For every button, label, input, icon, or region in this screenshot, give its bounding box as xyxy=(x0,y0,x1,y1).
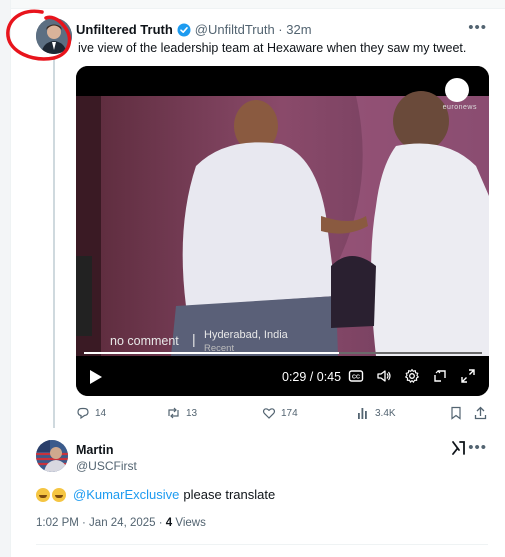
reply-author-name[interactable]: Martin xyxy=(76,443,114,457)
divider xyxy=(36,544,488,545)
pop-out-icon[interactable] xyxy=(432,368,448,384)
video-controls: 0:29 / 0:45 CC xyxy=(76,360,489,396)
tweet-action-bar: 14 13 174 3.4K xyxy=(76,406,487,422)
heart-icon xyxy=(262,408,276,419)
window-top-edge xyxy=(0,0,505,9)
video-caption: no comment xyxy=(110,334,179,348)
tweet-text: ive view of the leadership team at Hexaw… xyxy=(78,41,467,55)
avatar[interactable] xyxy=(36,18,72,54)
author-handle[interactable]: @UnfiltdTruth xyxy=(195,22,275,37)
like-count: 174 xyxy=(281,407,298,419)
progress-bar[interactable] xyxy=(84,352,482,354)
tweet-header: Unfiltered Truth @UnfiltdTruth · 32m xyxy=(76,22,312,37)
reply-author-handle[interactable]: @USCFirst xyxy=(76,459,137,473)
mention-link[interactable]: @KumarExclusive xyxy=(73,487,179,502)
reply-timestamp[interactable]: 1:02 PM · Jan 24, 2025 · xyxy=(36,517,166,529)
reply-count: 14 xyxy=(95,407,107,419)
like-button[interactable]: 174 xyxy=(262,406,298,420)
laughing-emoji-icon xyxy=(52,487,66,502)
fullscreen-icon[interactable] xyxy=(460,368,476,384)
separator-dot: · xyxy=(274,22,287,37)
reply-text: @KumarExclusive please translate xyxy=(36,487,275,502)
verified-badge-icon xyxy=(177,23,191,37)
euronews-logo-icon xyxy=(445,78,469,102)
video-time: 0:29 / 0:45 xyxy=(282,370,342,384)
window-left-edge xyxy=(0,0,11,557)
views-button[interactable]: 3.4K xyxy=(357,406,396,420)
video-player[interactable]: euronews no comment | Hyderabad, India R… xyxy=(76,66,489,396)
bookmark-icon[interactable] xyxy=(450,406,462,420)
settings-gear-icon[interactable] xyxy=(404,368,420,384)
reply-button[interactable]: 14 xyxy=(76,406,106,420)
grok-icon[interactable] xyxy=(451,440,467,459)
reply-views-label: Views xyxy=(172,517,206,529)
laughing-emoji-icon xyxy=(36,487,50,502)
author-name[interactable]: Unfiltered Truth xyxy=(76,22,173,37)
more-options-icon[interactable]: ••• xyxy=(468,19,487,36)
captions-icon[interactable]: CC xyxy=(348,368,364,384)
share-icon[interactable] xyxy=(474,406,487,420)
reply-icon xyxy=(77,407,89,420)
repost-button[interactable]: 13 xyxy=(166,406,197,420)
repost-count: 13 xyxy=(186,407,198,419)
tweet-time[interactable]: 32m xyxy=(286,22,311,37)
play-icon[interactable] xyxy=(88,368,104,386)
views-count: 3.4K xyxy=(375,407,396,419)
video-location: Hyderabad, India xyxy=(204,329,288,341)
reply-body: please translate xyxy=(183,487,276,502)
thread-connector-line xyxy=(53,56,55,428)
views-bar-chart-icon xyxy=(358,408,367,419)
reply-more-options-icon[interactable]: ••• xyxy=(468,439,487,456)
repost-icon xyxy=(168,407,179,419)
avatar[interactable] xyxy=(36,440,68,472)
svg-text:CC: CC xyxy=(352,375,360,381)
progress-fill xyxy=(84,352,339,354)
reply-footer: 1:02 PM · Jan 24, 2025 · 4 Views xyxy=(36,517,206,529)
watermark-text: euronews xyxy=(442,104,477,111)
volume-icon[interactable] xyxy=(376,368,392,384)
caption-separator: | xyxy=(192,331,196,347)
